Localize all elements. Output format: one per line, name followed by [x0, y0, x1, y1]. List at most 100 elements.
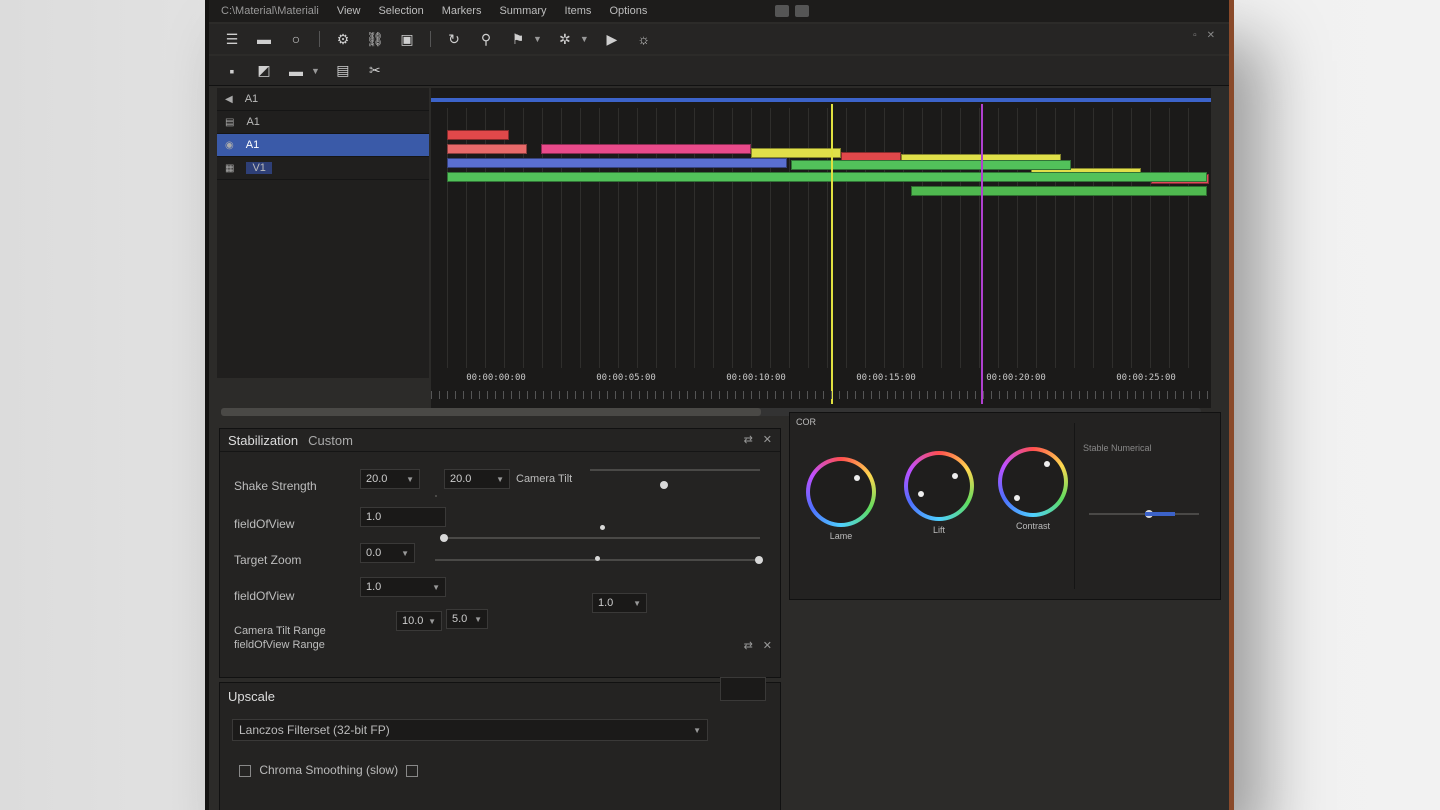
playhead[interactable]: [831, 104, 833, 404]
target-zoom-field[interactable]: 0.0 ▼: [360, 543, 415, 563]
ripple-icon[interactable]: ◩: [255, 62, 273, 80]
marker-icon[interactable]: ▤: [334, 62, 352, 80]
eye-icon[interactable]: ◉: [225, 140, 234, 151]
chevron-down-icon[interactable]: ▼: [580, 34, 589, 44]
field-of-view-field-2[interactable]: 1.0 ▼: [360, 577, 446, 597]
color-wheels-panel: COR Lame Lift Contrast Stable Numerical: [789, 412, 1221, 600]
color-wheel-handle[interactable]: [1014, 495, 1020, 501]
color-wheel-handle[interactable]: [952, 473, 958, 479]
clip[interactable]: [541, 144, 751, 154]
camera-tilt-label: Camera Tilt: [516, 473, 573, 485]
scrollbar-thumb[interactable]: [221, 408, 761, 416]
work-area-bar[interactable]: [431, 98, 1211, 102]
clip[interactable]: [447, 172, 1207, 182]
shake-strength-field-2[interactable]: 20.0 ▼: [444, 469, 510, 489]
field-of-view-field[interactable]: 1.0: [360, 507, 446, 527]
checkbox[interactable]: [239, 764, 251, 777]
chevron-down-icon: ▼: [432, 582, 440, 592]
timecode: 00:00:25:00: [1116, 373, 1176, 383]
close-icon[interactable]: ✕: [1207, 30, 1215, 41]
timeline-area[interactable]: 00:00:00:00 00:00:05:00 00:00:10:00 00:0…: [431, 88, 1211, 408]
tilt-range-min-field[interactable]: 10.0 ▼: [396, 611, 442, 631]
menu-summary[interactable]: Summary: [499, 5, 546, 17]
color-wheel-handle[interactable]: [854, 475, 860, 481]
record-circle-icon[interactable]: ○: [287, 30, 305, 48]
undo-icon[interactable]: ↻: [445, 30, 463, 48]
shake-strength-field[interactable]: 20.0 ▼: [360, 469, 420, 489]
record-icon[interactable]: [775, 5, 789, 17]
panel-title[interactable]: Stabilization: [228, 433, 298, 448]
clip[interactable]: [911, 186, 1207, 196]
settings-icon[interactable]: ⇄: [744, 639, 753, 652]
close-icon[interactable]: ✕: [763, 639, 772, 652]
speaker-icon[interactable]: ◀: [225, 94, 233, 105]
shake-strength-label: Shake Strength: [234, 479, 317, 493]
chevron-down-icon[interactable]: ▼: [533, 34, 542, 44]
tab-custom[interactable]: Custom: [308, 433, 353, 448]
project-path: C:\Material\Materiali: [221, 5, 319, 17]
flag-icon[interactable]: ⚑: [509, 30, 527, 48]
lock-icon[interactable]: ▤: [225, 117, 234, 128]
sun-icon[interactable]: ☼: [635, 30, 653, 48]
camera-tilt-slider[interactable]: [590, 469, 760, 489]
settings-icon[interactable]: ⇄: [744, 433, 753, 446]
grid-line: [1188, 108, 1189, 368]
panel-icon[interactable]: ▬: [255, 30, 273, 48]
menu-options[interactable]: Options: [609, 5, 647, 17]
color-wheel-ring[interactable]: [904, 451, 974, 521]
color-wheel[interactable]: Lame: [806, 457, 876, 545]
slider-knob[interactable]: [440, 534, 448, 542]
track-row[interactable]: ◀ A1: [217, 88, 429, 111]
slider-knob[interactable]: [660, 481, 668, 489]
minimize-icon[interactable]: ▫: [1193, 30, 1197, 41]
settings-list-icon[interactable]: ☰: [223, 30, 241, 48]
field-of-view-slider[interactable]: [440, 525, 760, 542]
track-row[interactable]: ▦ V1: [217, 157, 429, 180]
color-wheel[interactable]: Contrast: [998, 447, 1068, 535]
razor-icon[interactable]: ✂: [366, 62, 384, 80]
clip[interactable]: [447, 130, 509, 140]
target-zoom-slider[interactable]: [435, 556, 763, 564]
play-icon[interactable]: ▶: [603, 30, 621, 48]
stabilization-panel: Stabilization Custom ⇄ ✕ Shake Strength …: [219, 428, 781, 678]
filter-select[interactable]: Lanczos Filterset (32-bit FP) ▼: [232, 719, 708, 741]
track-row-selected[interactable]: ◉ A1: [217, 134, 429, 157]
checkbox[interactable]: [406, 764, 419, 777]
color-wheel-handle[interactable]: [918, 491, 924, 497]
clip[interactable]: [447, 144, 527, 154]
slider-marker: [600, 525, 605, 530]
secondary-select[interactable]: [720, 677, 766, 701]
chevron-down-icon: ▼: [693, 725, 701, 735]
stop-icon[interactable]: [795, 5, 809, 17]
clip[interactable]: [791, 160, 1071, 170]
clip[interactable]: [447, 158, 787, 168]
side-slider[interactable]: [1089, 510, 1199, 518]
close-icon[interactable]: ✕: [763, 433, 772, 446]
clip[interactable]: [751, 148, 841, 158]
film-icon[interactable]: ▦: [225, 163, 234, 174]
slider-knob[interactable]: [755, 556, 763, 564]
effects-icon[interactable]: ✲: [556, 30, 574, 48]
pin-icon[interactable]: ⚲: [477, 30, 495, 48]
chevron-down-icon[interactable]: ▼: [311, 66, 320, 76]
camera-tilt-range-label: Camera Tilt Range: [234, 625, 326, 637]
color-wheel-ring[interactable]: [998, 447, 1068, 517]
color-wheel-ring[interactable]: [806, 457, 876, 527]
trim-icon[interactable]: ▬: [287, 62, 305, 80]
link-icon[interactable]: ⛓: [366, 30, 384, 48]
menu-items[interactable]: Items: [565, 5, 592, 17]
color-wheel-handle[interactable]: [1044, 461, 1050, 467]
marker-line[interactable]: [981, 104, 983, 404]
color-wheel[interactable]: Lift: [904, 451, 974, 539]
track-row[interactable]: ▤ A1: [217, 111, 429, 134]
frame-icon[interactable]: ▣: [398, 30, 416, 48]
menu-view[interactable]: View: [337, 5, 361, 17]
menu-markers[interactable]: Markers: [442, 5, 482, 17]
gear-icon[interactable]: ⚙: [334, 30, 352, 48]
extra-value-field[interactable]: 1.0 ▼: [592, 593, 647, 613]
tilt-range-max-field[interactable]: 5.0 ▼: [446, 609, 488, 629]
timecode: 00:00:15:00: [856, 373, 916, 383]
grid-line: [941, 108, 942, 368]
menu-selection[interactable]: Selection: [378, 5, 423, 17]
snap-icon[interactable]: ▪: [223, 62, 241, 80]
